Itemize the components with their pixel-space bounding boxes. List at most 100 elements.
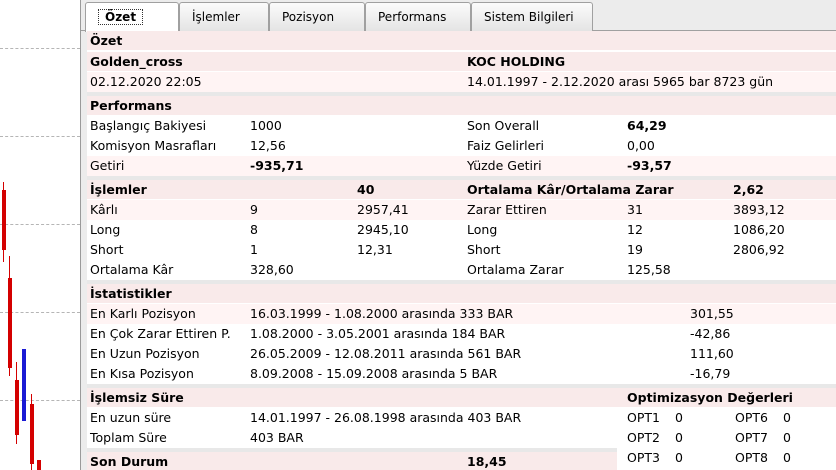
opt-value: 0 bbox=[783, 410, 791, 425]
value: 18,45 bbox=[467, 454, 507, 469]
opt-name: OPT8 bbox=[735, 450, 768, 465]
date-range: 26.05.2009 - 12.08.2011 arasında 561 BAR bbox=[250, 346, 522, 361]
stats-row: En Karlı Pozisyon 16.03.1999 - 1.08.2000… bbox=[87, 304, 836, 324]
amount: 12,31 bbox=[357, 242, 393, 257]
avg-ratio-title: Ortalama Kâr/Ortalama Zarar bbox=[467, 182, 674, 197]
stats-row: En Çok Zarar Ettiren P. 1.08.2000 - 3.05… bbox=[87, 324, 836, 344]
trades-row: Short 1 12,31 Short 19 2806,92 bbox=[87, 240, 836, 260]
value: 64,29 bbox=[627, 118, 667, 133]
opt-value: 0 bbox=[675, 410, 683, 425]
value: 9 bbox=[250, 202, 258, 217]
label: En Kısa Pozisyon bbox=[90, 366, 194, 381]
value: -42,86 bbox=[690, 326, 731, 341]
candle-wick bbox=[3, 182, 4, 262]
chart-gridline bbox=[0, 224, 80, 225]
amount: 2957,41 bbox=[357, 202, 409, 217]
section-islemler-header: İşlemler 40 Ortalama Kâr/Ortalama Zarar … bbox=[87, 180, 836, 199]
label: Toplam Süre bbox=[90, 430, 167, 445]
opt-name: OPT6 bbox=[735, 410, 768, 425]
stats-row: En Kısa Pozisyon 8.09.2008 - 15.09.2008 … bbox=[87, 364, 836, 384]
opt-value: 0 bbox=[675, 430, 683, 445]
opt-value: 0 bbox=[675, 450, 683, 465]
label: Son Durum bbox=[90, 454, 169, 469]
label: Kârlı bbox=[90, 202, 118, 217]
idle-row: Toplam Süre 403 BAR OPT2 0 OPT7 0 bbox=[87, 428, 836, 448]
tab-sistem-bilgileri[interactable]: Sistem Bilgileri bbox=[471, 2, 593, 31]
section-title: İstatistikler bbox=[90, 286, 172, 301]
label: Getiri bbox=[90, 158, 125, 173]
trade-count: 40 bbox=[357, 182, 375, 197]
value: 31 bbox=[627, 202, 643, 217]
section-title: İşlemler bbox=[90, 182, 147, 197]
date-range: 8.09.2008 - 15.09.2008 arasında 5 BAR bbox=[250, 366, 498, 381]
value: 0,00 bbox=[627, 138, 655, 153]
label: Ortalama Zarar bbox=[467, 262, 564, 277]
label: Yüzde Getiri bbox=[467, 158, 542, 173]
stats-row: En Uzun Pozisyon 26.05.2009 - 12.08.2011… bbox=[87, 344, 836, 364]
opt-name: OPT7 bbox=[735, 430, 768, 445]
tab-islemler[interactable]: İşlemler bbox=[179, 2, 269, 31]
candle-bar bbox=[37, 460, 41, 470]
label: Son Overall bbox=[467, 118, 540, 133]
trades-row: Kârlı 9 2957,41 Zarar Ettiren 31 3893,12 bbox=[87, 200, 836, 220]
value: 403 BAR bbox=[250, 430, 304, 445]
tab-performans[interactable]: Performans bbox=[365, 2, 471, 31]
value: 1 bbox=[250, 242, 258, 257]
value: 12,56 bbox=[250, 138, 286, 153]
value: -16,79 bbox=[690, 366, 731, 381]
idle-row: En uzun süre 14.01.1997 - 26.08.1998 ara… bbox=[87, 408, 836, 428]
perf-row: Getiri -935,71 Yüzde Getiri -93,57 bbox=[87, 156, 836, 176]
label: En Karlı Pozisyon bbox=[90, 306, 196, 321]
perf-row: Başlangıç Bakiyesi 1000 Son Overall 64,2… bbox=[87, 116, 836, 136]
value: 14.01.1997 - 26.08.1998 arasında 403 BAR bbox=[250, 410, 522, 425]
section-title: Performans bbox=[90, 98, 172, 113]
backtest-period: 14.01.1997 - 2.12.2020 arası 5965 bar 87… bbox=[467, 74, 774, 89]
backtest-report-window: Özet İşlemler Pozisyon Performans Sistem… bbox=[80, 0, 836, 470]
label: En Uzun Pozisyon bbox=[90, 346, 200, 361]
chart-gridline bbox=[0, 136, 80, 137]
section-islemsiz-header: İşlemsiz Süre Optimizasyon Değerleri bbox=[87, 388, 836, 407]
date-range: 16.03.1999 - 1.08.2000 arasında 333 BAR bbox=[250, 306, 514, 321]
avg-ratio-value: 2,62 bbox=[733, 182, 764, 197]
tab-bar: Özet İşlemler Pozisyon Performans Sistem… bbox=[81, 0, 836, 32]
opt-value: 0 bbox=[783, 450, 791, 465]
trades-row: Long 8 2945,10 Long 12 1086,20 bbox=[87, 220, 836, 240]
opt-name: OPT1 bbox=[627, 410, 660, 425]
tab-ozet[interactable]: Özet bbox=[85, 2, 179, 32]
section-performans-header: Performans bbox=[87, 96, 836, 115]
optimization-title: Optimizasyon Değerleri bbox=[627, 390, 793, 405]
opt-name: OPT3 bbox=[627, 450, 660, 465]
label: Faiz Gelirleri bbox=[467, 138, 544, 153]
trades-row: Ortalama Kâr 328,60 Ortalama Zarar 125,5… bbox=[87, 260, 836, 280]
system-row: Golden_cross KOC HOLDING bbox=[87, 52, 836, 71]
value: 111,60 bbox=[690, 346, 734, 361]
perf-row: Komisyon Masrafları 12,56 Faiz Gelirleri… bbox=[87, 136, 836, 156]
value: 328,60 bbox=[250, 262, 294, 277]
value: 1000 bbox=[250, 118, 282, 133]
value: -935,71 bbox=[250, 158, 304, 173]
report-date-row: 02.12.2020 22:05 14.01.1997 - 2.12.2020 … bbox=[87, 72, 836, 92]
value: 12 bbox=[627, 222, 643, 237]
label: Short bbox=[90, 242, 124, 257]
value: -93,57 bbox=[627, 158, 672, 173]
label: Short bbox=[467, 242, 501, 257]
candle-wick bbox=[31, 394, 32, 470]
value: 301,55 bbox=[690, 306, 734, 321]
candle-wick bbox=[16, 362, 17, 444]
label: Ortalama Kâr bbox=[90, 262, 174, 277]
chart-gridline bbox=[0, 48, 80, 49]
label: Komisyon Masrafları bbox=[90, 138, 217, 153]
chart-gridline bbox=[0, 312, 80, 313]
label: En uzun süre bbox=[90, 410, 172, 425]
chart-gridline bbox=[0, 400, 80, 401]
amount: 2945,10 bbox=[357, 222, 409, 237]
section-title: İşlemsiz Süre bbox=[90, 390, 184, 405]
tab-pozisyon[interactable]: Pozisyon bbox=[269, 2, 365, 31]
section-istatistikler-header: İstatistikler bbox=[87, 284, 836, 303]
section-ozet-header: Özet bbox=[87, 31, 836, 50]
amount: 2806,92 bbox=[733, 242, 785, 257]
system-name: Golden_cross bbox=[90, 54, 183, 69]
opt-row: OPT3 0 OPT8 0 bbox=[617, 448, 836, 468]
price-chart-fragment bbox=[0, 0, 80, 470]
date-range: 1.08.2000 - 3.05.2001 arasında 184 BAR bbox=[250, 326, 506, 341]
